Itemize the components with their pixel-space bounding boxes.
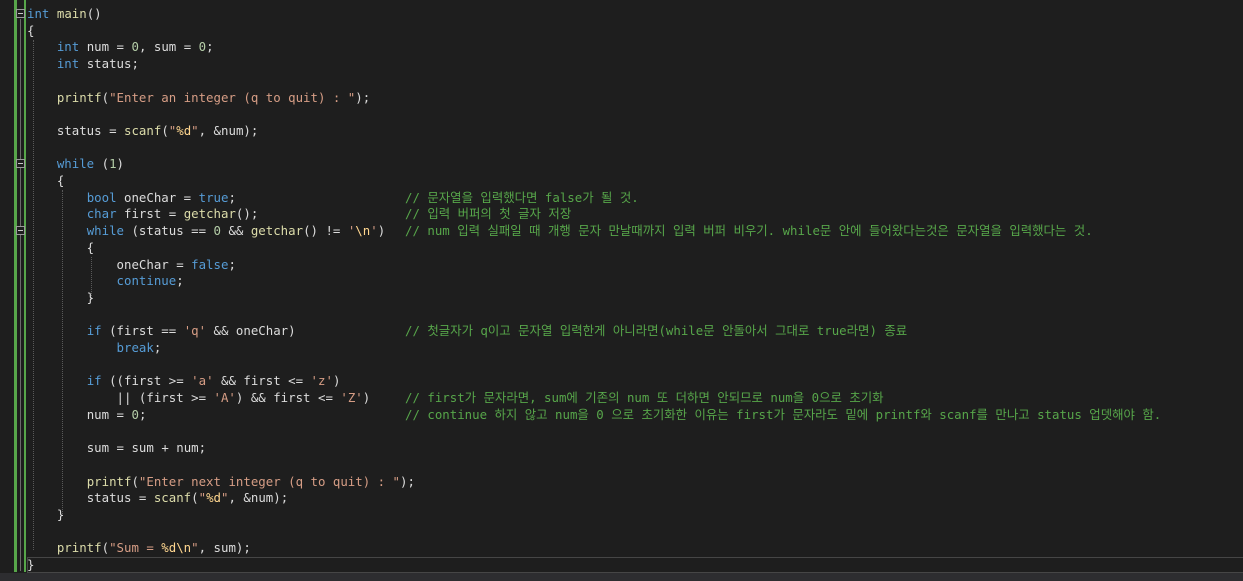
code-text: printf("Enter next integer (q to quit) :… — [86, 473, 415, 489]
code-text: || (first >= 'A') && first <= 'Z') — [27, 390, 371, 406]
code-text: if ((first >= 'a' && first <= 'z') — [86, 373, 341, 389]
code-line-13[interactable]: char first = getchar(); // 입력 버퍼의 첫 글자 저장 — [27, 206, 572, 223]
code-line-25[interactable]: num = 0; // continue 하지 않고 num을 0 으로 초기화한… — [27, 406, 1162, 424]
code-line-29[interactable]: printf("Enter next integer (q to quit) :… — [27, 474, 415, 491]
code-text: while (1) — [56, 156, 125, 172]
code-text: num = 0; — [86, 406, 147, 422]
code-text: int status; — [56, 56, 139, 72]
code-text: int num = 0, sum = 0; — [56, 39, 214, 55]
code-line-27[interactable]: sum = sum + num; — [27, 440, 206, 457]
code-line-1[interactable]: int main() — [27, 6, 102, 23]
code-comment: // first가 문자라면, sum에 기존의 num 또 더하면 안되므로 … — [405, 390, 884, 406]
code-line-12[interactable]: bool oneChar = true; // 문자열을 입력했다면 false가… — [27, 189, 639, 207]
code-line-31[interactable]: } — [27, 507, 64, 524]
code-text: status = scanf("%d", &num); — [56, 122, 259, 138]
code-line-14[interactable]: while (status == 0 && getchar() != '\n')… — [27, 223, 1093, 240]
fold-line-main — [20, 19, 21, 571]
code-comment: // num 입력 실패일 때 개행 문자 만날때까지 입력 버퍼 비우기. w… — [405, 223, 1093, 239]
code-line-20[interactable]: if (first == 'q' && oneChar) // 첫글자가 q이고 … — [27, 323, 907, 340]
code-text: sum = sum + num; — [86, 440, 207, 456]
code-comment: // 첫글자가 q이고 문자열 입력한게 아니라면(while문 안돌아서 그대… — [405, 323, 908, 339]
change-indicator-bar-inner — [24, 0, 26, 572]
code-line-30[interactable]: status = scanf("%d", &num); — [27, 490, 289, 507]
code-line-15[interactable]: { — [27, 240, 94, 257]
horizontal-scrollbar[interactable] — [0, 573, 1243, 581]
code-line-21[interactable]: break; — [27, 340, 162, 357]
code-line-3[interactable]: int num = 0, sum = 0; — [27, 39, 214, 56]
code-line-17[interactable]: continue; — [27, 273, 184, 290]
fold-toggle-while-icon[interactable] — [16, 159, 25, 168]
code-text: { — [27, 239, 95, 255]
code-line-16[interactable]: oneChar = false; — [27, 257, 236, 274]
code-line-6[interactable]: printf("Enter an integer (q to quit) : "… — [27, 90, 370, 107]
code-text: if (first == 'q' && oneChar) — [86, 323, 296, 339]
code-editor[interactable]: int main() { int num = 0, sum = 0; int st… — [0, 0, 1243, 581]
code-line-4[interactable]: int status; — [27, 56, 139, 73]
code-comment: // continue 하지 않고 num을 0 으로 초기화한 이유는 fir… — [405, 406, 1162, 422]
code-line-33[interactable]: printf("Sum = %d\n", sum); — [27, 540, 251, 557]
code-text: status = scanf("%d", &num); — [86, 490, 289, 506]
code-comment: // 입력 버퍼의 첫 글자 저장 — [405, 206, 572, 222]
code-text: printf("Enter an integer (q to quit) : "… — [56, 89, 371, 105]
code-line-23[interactable]: if ((first >= 'a' && first <= 'z') — [27, 373, 341, 390]
current-line-highlight — [27, 557, 1243, 573]
code-text: bool oneChar = true; — [86, 189, 236, 205]
change-indicator-bar — [14, 0, 17, 572]
code-text: char first = getchar(); — [86, 206, 259, 222]
code-line-24[interactable]: || (first >= 'A') && first <= 'Z') // fir… — [27, 390, 884, 407]
fold-toggle-main-icon[interactable] — [16, 9, 25, 18]
code-text: break; — [116, 340, 162, 355]
code-text: oneChar = false; — [116, 256, 236, 272]
fold-toggle-inner-while-icon[interactable] — [16, 226, 25, 235]
code-comment: // 문자열을 입력했다면 false가 될 것. — [405, 189, 639, 205]
code-text: continue; — [116, 273, 184, 289]
code-text: int main() — [27, 6, 102, 21]
code-line-8[interactable]: status = scanf("%d", &num); — [27, 122, 259, 140]
code-line-2[interactable]: { — [27, 23, 34, 40]
code-text: } — [27, 507, 65, 522]
code-text: } — [27, 289, 95, 305]
code-line-11[interactable]: { — [27, 173, 64, 190]
code-text: { — [27, 173, 65, 188]
code-line-18[interactable]: } — [27, 290, 94, 307]
code-line-10[interactable]: while (1) — [27, 156, 124, 173]
code-text: printf("Sum = %d\n", sum); — [56, 540, 251, 556]
code-text: while (status == 0 && getchar() != '\n') — [86, 223, 386, 239]
code-text: { — [27, 22, 35, 38]
